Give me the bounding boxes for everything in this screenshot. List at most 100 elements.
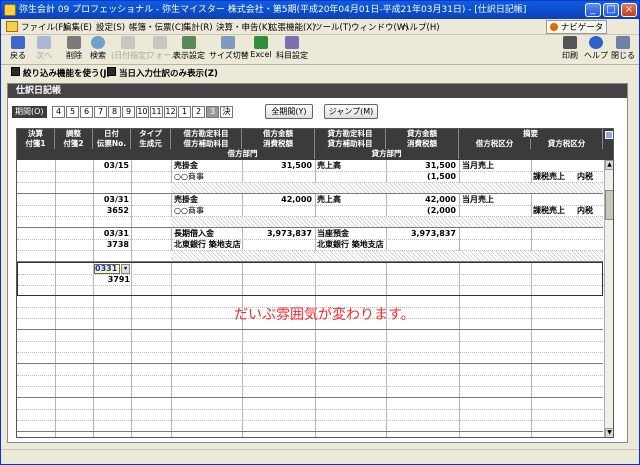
new-journal-entry[interactable]: 0331 ▾ 3791 — [17, 262, 604, 296]
scroll-down-icon[interactable]: ▼ — [605, 428, 613, 437]
help-button[interactable]: ヘルプ — [584, 36, 608, 61]
date-dropdown-icon[interactable]: ▾ — [121, 264, 130, 274]
date-filter-button[interactable]: (日付指定) — [111, 36, 149, 61]
empty-entry[interactable] — [17, 364, 603, 398]
row-divider — [17, 409, 603, 410]
scroll-up-icon[interactable]: ▲ — [605, 160, 613, 170]
jump-button[interactable]: ジャンプ(M) — [324, 104, 378, 119]
help-icon — [589, 36, 603, 49]
journal-entry[interactable]: 03/15 売掛金 ○○商事 31,500 売上高 31,500 (1,500 … — [17, 160, 603, 194]
month-tab[interactable]: 10 — [136, 106, 149, 118]
scroll-thumb[interactable] — [605, 190, 613, 220]
navigator-button[interactable]: ナビゲータ — [546, 20, 608, 34]
back-button[interactable]: 戻る — [7, 36, 29, 61]
printer-icon — [563, 36, 577, 49]
search-button[interactable]: 検索 — [87, 36, 109, 61]
filter-checkbox[interactable] — [11, 67, 20, 76]
app-window: 弥生会計 09 プロフェッショナル - 弥生マイスター 株式会社・第5期(平成2… — [0, 0, 640, 465]
menu-closing[interactable]: 決算・申告(K) — [216, 21, 271, 33]
month-tab[interactable]: 決 — [220, 106, 233, 118]
navigator-label: ナビゲータ — [560, 23, 604, 33]
all-period-button[interactable]: 全期間(Y) — [265, 104, 313, 119]
entry-credit-taxcat: 課税売上 — [533, 206, 565, 215]
close-window-button[interactable]: 閉じる — [610, 36, 636, 61]
excel-label: Excel — [250, 50, 272, 59]
row-divider — [17, 386, 603, 387]
account-settings-button[interactable]: 科目設定 — [275, 36, 309, 61]
period-label: 期間(O) — [12, 106, 47, 118]
entry-credit-taxcat2: 内税 — [577, 206, 593, 215]
entry-debit-account: 売掛金 — [174, 195, 198, 204]
menu-totals[interactable]: 集計(R) — [183, 21, 213, 33]
month-tab[interactable]: 8 — [108, 106, 121, 118]
journal-entry[interactable]: 03/31 3738 長期借入金 北東銀行 築地支店 3,973,837 当座預… — [17, 228, 603, 262]
display-settings-icon — [182, 36, 196, 49]
search-label: 検索 — [90, 51, 106, 60]
month-tab[interactable]: 4 — [52, 106, 65, 118]
month-tab[interactable]: 9 — [122, 106, 135, 118]
maximize-button[interactable]: □ — [603, 3, 619, 17]
entry-debit-sub: 北東銀行 築地支店 — [174, 240, 241, 249]
entry-date: 03/31 — [103, 229, 129, 238]
column-settings-icon[interactable] — [605, 131, 613, 139]
title-bar: 弥生会計 09 プロフェッショナル - 弥生マイスター 株式会社・第5期(平成2… — [1, 1, 639, 19]
col-debit-dept: 借方部門 — [171, 149, 315, 159]
col-adjust: 調整 — [55, 129, 93, 139]
current-only-checkbox[interactable] — [107, 67, 116, 76]
calendar-icon — [121, 36, 135, 49]
empty-entry[interactable] — [17, 398, 603, 432]
form-button[interactable]: フォーム — [147, 36, 179, 61]
close-button[interactable]: × — [621, 3, 637, 17]
entry-debit-amount: 42,000 — [281, 195, 312, 204]
display-settings-button[interactable]: 表示設定 — [173, 36, 205, 61]
next-button[interactable]: 次へ — [33, 36, 55, 61]
col-settle: 決算 — [17, 129, 55, 139]
app-icon — [4, 4, 16, 16]
size-switch-button[interactable]: サイズ切替 — [209, 36, 249, 61]
vertical-scrollbar[interactable]: ▲ ▼ — [604, 160, 613, 437]
entry-credit-amount: 3,973,837 — [410, 229, 456, 238]
entry-debit-amount: 3,973,837 — [266, 229, 312, 238]
display-settings-label: 表示設定 — [173, 51, 205, 60]
entry-credit-tax: (1,500 — [427, 172, 456, 181]
excel-button[interactable]: Excel — [250, 36, 272, 59]
journal-entry[interactable]: 03/31 3652 売掛金 ○○商事 42,000 売上高 42,000 (2… — [17, 194, 603, 228]
month-tab[interactable]: 3 — [206, 106, 219, 118]
month-tab[interactable]: 6 — [80, 106, 93, 118]
next-arrow-icon — [37, 36, 51, 49]
menu-edit[interactable]: 編集(E) — [63, 21, 92, 33]
menu-file[interactable]: ファイル(F) — [21, 21, 67, 33]
month-tab[interactable]: 1 — [178, 106, 191, 118]
size-switch-label: サイズ切替 — [209, 51, 249, 60]
month-tab[interactable]: 11 — [150, 106, 163, 118]
entry-credit-account: 売上高 — [317, 161, 341, 170]
journal-panel: 仕訳日記帳 期間(O) 4 5 6 7 8 9 10 11 12 1 2 3 決 全期間(Y) ジャンプ… — [7, 83, 628, 443]
menu-books[interactable]: 帳簿・伝票(C) — [129, 21, 184, 33]
month-tab[interactable]: 5 — [66, 106, 79, 118]
print-button[interactable]: 印刷 — [559, 36, 581, 61]
col-credit-tax: 消費税額 — [386, 139, 459, 149]
col-debit-taxcat: 借方税区分 — [459, 139, 531, 149]
menu-help[interactable]: ヘルプ(H) — [401, 21, 440, 33]
toolbar: 戻る 次へ 削除 検索 (日付指定) フォーム 表示設定 サイズ切替 Excel… — [1, 35, 639, 65]
menu-bar: ファイル(F) 編集(E) 設定(S) 帳簿・伝票(C) 集計(R) 決算・申告… — [1, 19, 639, 35]
col-debit-account: 借方勘定科目 — [171, 129, 242, 139]
menu-window[interactable]: ウィンドウ(W) — [351, 21, 409, 33]
date-input[interactable]: 0331 — [94, 264, 120, 274]
month-tab[interactable]: 2 — [192, 106, 205, 118]
doc-icon — [6, 21, 18, 32]
month-tab[interactable]: 12 — [164, 106, 177, 118]
menu-extensions[interactable]: 拡張機能(X) — [269, 21, 315, 33]
menu-settings[interactable]: 設定(S) — [96, 21, 125, 33]
close-door-icon — [616, 36, 630, 49]
empty-entry[interactable] — [17, 330, 603, 364]
menu-tools[interactable]: ツール(T) — [314, 21, 351, 33]
window-title: 弥生会計 09 プロフェッショナル - 弥生マイスター 株式会社・第5期(平成2… — [19, 5, 527, 15]
minimize-button[interactable]: _ — [585, 3, 601, 17]
row-divider — [17, 341, 603, 342]
col-credit-amount: 貸方金額 — [386, 129, 459, 139]
month-tab[interactable]: 7 — [94, 106, 107, 118]
delete-button[interactable]: 削除 — [63, 36, 85, 61]
current-only-label: 当日入力仕訳のみ表示(Z) — [119, 69, 218, 79]
entry-slip: 3738 — [106, 240, 129, 249]
